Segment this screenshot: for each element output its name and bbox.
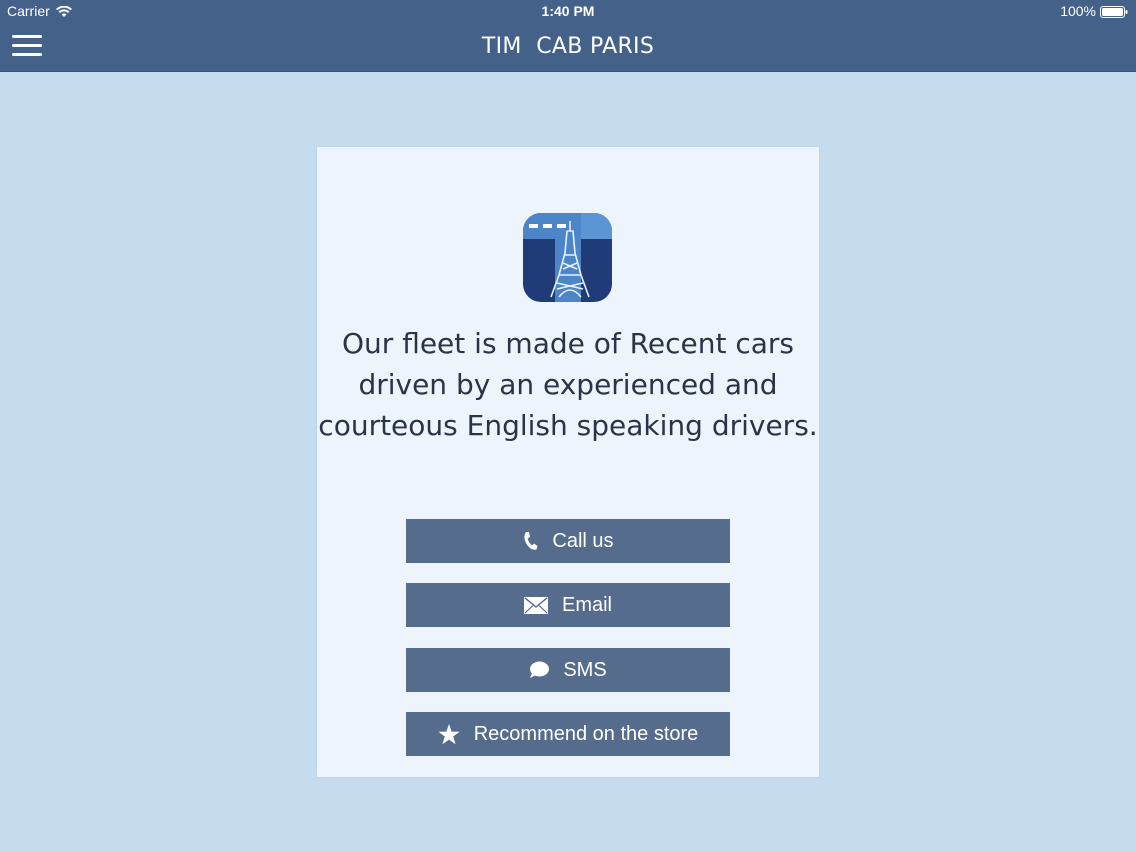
call-us-label: Call us bbox=[552, 529, 614, 552]
email-button[interactable]: Email bbox=[406, 583, 730, 627]
call-us-button[interactable]: Call us bbox=[406, 519, 730, 563]
recommend-on-store-button[interactable]: Recommend on the store bbox=[406, 712, 730, 756]
nav-bar: TIM CAB PARIS bbox=[0, 24, 1136, 72]
battery-icon bbox=[1100, 5, 1128, 18]
info-card: Our fleet is made of Recent cars driven … bbox=[317, 147, 819, 777]
recommend-label: Recommend on the store bbox=[473, 722, 699, 745]
eiffel-tower-logo-icon bbox=[523, 213, 612, 302]
status-bar: Carrier 1:40 PM 100% bbox=[0, 0, 1136, 24]
envelope-icon bbox=[523, 596, 548, 614]
battery-percent: 100% bbox=[1060, 3, 1096, 19]
tagline-text: Our fleet is made of Recent cars driven … bbox=[318, 327, 818, 442]
page-title: TIM CAB PARIS bbox=[481, 34, 655, 59]
sms-label: SMS bbox=[563, 658, 607, 681]
phone-icon bbox=[522, 531, 538, 551]
star-icon bbox=[438, 723, 460, 745]
status-time: 1:40 PM bbox=[541, 3, 595, 19]
speech-bubble-icon bbox=[529, 661, 550, 679]
sms-button[interactable]: SMS bbox=[406, 648, 730, 692]
status-right: 100% bbox=[1060, 3, 1128, 19]
email-label: Email bbox=[561, 593, 612, 616]
